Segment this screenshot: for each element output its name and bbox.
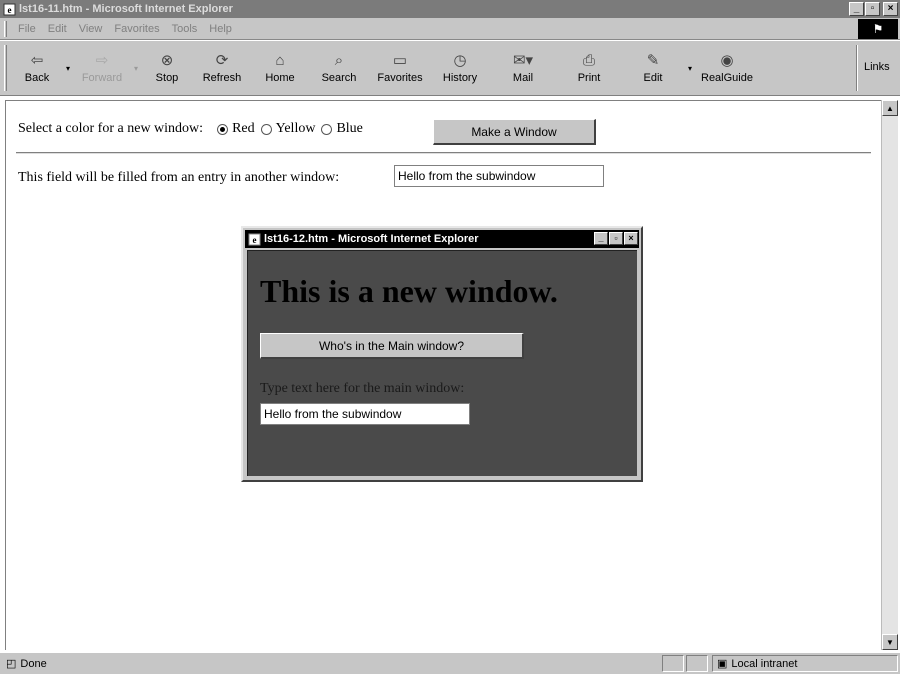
links-button[interactable]: Links <box>864 61 890 73</box>
vertical-scrollbar[interactable]: ▲ ▼ <box>881 100 898 650</box>
svg-text:e: e <box>8 5 12 15</box>
forward-button[interactable]: ⇨ Forward <box>74 45 130 91</box>
realguide-label: RealGuide <box>701 72 753 84</box>
radio-selected-dot <box>220 126 226 132</box>
realguide-button[interactable]: ◉ RealGuide <box>696 45 758 91</box>
zone-pane: ▣ Local intranet <box>712 655 898 672</box>
edit-icon: ✎ <box>646 52 660 69</box>
maximize-button[interactable]: ▫ <box>865 2 880 16</box>
windows-logo-icon: ⚑ <box>858 19 898 39</box>
favorites-button[interactable]: ▭ Favorites <box>370 45 430 91</box>
radio-red-label: Red <box>232 121 255 136</box>
status-pane-progress <box>662 655 684 672</box>
home-button[interactable]: ⌂ Home <box>252 45 308 91</box>
color-select-row: Select a color for a new window: Red Yel… <box>18 121 363 137</box>
back-dropdown-arrow[interactable]: ▾ <box>62 45 74 91</box>
mail-button[interactable]: ✉▾ Mail <box>490 45 556 91</box>
subwindow-title: lst16-12.htm - Microsoft Internet Explor… <box>264 233 479 245</box>
back-arrow-icon: ⇦ <box>30 52 44 69</box>
edit-button[interactable]: ✎ Edit <box>622 45 684 91</box>
links-separator <box>856 45 858 91</box>
standard-toolbar: ⇦ Back ▾ ⇨ Forward ▾ ⊗ Stop ⟳ Refresh ⌂ … <box>0 40 900 96</box>
subwindow-body: This is a new window. Who's in the Main … <box>247 250 637 476</box>
edit-label: Edit <box>643 72 663 84</box>
status-text: Done <box>20 657 47 670</box>
subwindow-maximize-button[interactable]: ▫ <box>609 232 623 245</box>
refresh-label: Refresh <box>202 72 242 84</box>
subwindow-heading: This is a new window. <box>260 273 558 309</box>
zone-text: Local intranet <box>731 657 798 670</box>
favorites-folder-icon: ▭ <box>392 52 408 69</box>
color-radio-group: Red Yellow Blue <box>211 121 363 137</box>
subwindow[interactable]: e lst16-12.htm - Microsoft Internet Expl… <box>241 226 643 482</box>
forward-label: Forward <box>81 72 123 84</box>
status-pane-secure <box>686 655 708 672</box>
menu-view[interactable]: View <box>73 23 109 35</box>
stop-button[interactable]: ⊗ Stop <box>142 45 192 91</box>
search-button[interactable]: ⌕ Search <box>308 45 370 91</box>
scroll-up-button[interactable]: ▲ <box>882 100 898 116</box>
horizontal-rule <box>16 152 871 154</box>
radio-blue-label: Blue <box>336 121 363 136</box>
back-label: Back <box>24 72 50 84</box>
subwindow-text-label: Type text here for the main window: <box>260 381 465 396</box>
back-button[interactable]: ⇦ Back <box>12 45 62 91</box>
mail-icon: ✉▾ <box>512 52 534 69</box>
subwindow-minimize-button[interactable]: _ <box>594 232 608 245</box>
make-window-button[interactable]: Make a Window <box>433 119 596 145</box>
refresh-button[interactable]: ⟳ Refresh <box>192 45 252 91</box>
history-button[interactable]: ◷ History <box>430 45 490 91</box>
field-label: This field will be filled from an entry … <box>18 170 340 185</box>
realguide-icon: ◉ <box>720 52 734 69</box>
search-icon: ⌕ <box>334 52 344 69</box>
menu-tools[interactable]: Tools <box>166 23 204 35</box>
status-bar: ◰ Done ▣ Local intranet <box>0 652 900 674</box>
favorites-label: Favorites <box>377 72 423 84</box>
close-button[interactable]: × <box>883 2 898 16</box>
window-title: lst16-11.htm - Microsoft Internet Explor… <box>19 3 233 15</box>
menu-favorites[interactable]: Favorites <box>108 23 165 35</box>
search-label: Search <box>321 72 357 84</box>
radio-red[interactable] <box>217 123 229 135</box>
menu-file[interactable]: File <box>12 23 42 35</box>
refresh-icon: ⟳ <box>215 52 229 69</box>
minimize-button[interactable]: _ <box>849 2 864 16</box>
menu-edit[interactable]: Edit <box>42 23 73 35</box>
home-icon: ⌂ <box>275 52 285 69</box>
radio-blue[interactable] <box>321 123 333 135</box>
window-titlebar[interactable]: e lst16-11.htm - Microsoft Internet Expl… <box>0 0 900 18</box>
subwindow-text-field[interactable]: Hello from the subwindow <box>260 403 470 425</box>
print-label: Print <box>577 72 601 84</box>
color-prompt: Select a color for a new window: <box>18 121 204 136</box>
printer-icon: ⎙ <box>582 52 595 69</box>
who-in-main-window-button[interactable]: Who's in the Main window? <box>260 333 524 359</box>
svg-text:e: e <box>253 235 257 245</box>
menu-grip[interactable] <box>4 20 7 37</box>
intranet-icon: ▣ <box>717 658 728 670</box>
radio-yellow-label: Yellow <box>275 121 316 136</box>
history-label: History <box>442 72 478 84</box>
forward-dropdown-arrow[interactable]: ▾ <box>130 45 142 91</box>
subwindow-titlebar[interactable]: e lst16-12.htm - Microsoft Internet Expl… <box>245 230 639 248</box>
page-done-icon: ◰ <box>6 658 17 670</box>
ie-page-icon: e <box>248 233 261 246</box>
stop-icon: ⊗ <box>160 52 174 69</box>
home-label: Home <box>265 72 295 84</box>
history-icon: ◷ <box>453 52 467 69</box>
forward-arrow-icon: ⇨ <box>95 52 109 69</box>
edit-dropdown-arrow[interactable]: ▾ <box>684 45 696 91</box>
scroll-down-button[interactable]: ▼ <box>882 634 898 650</box>
mail-label: Mail <box>512 72 534 84</box>
stop-label: Stop <box>155 72 179 84</box>
print-button[interactable]: ⎙ Print <box>556 45 622 91</box>
menu-bar: File Edit View Favorites Tools Help ⚑ <box>0 18 900 40</box>
subwindow-close-button[interactable]: × <box>624 232 638 245</box>
toolbar-grip[interactable] <box>4 45 7 91</box>
ie-page-icon: e <box>3 3 16 16</box>
status-text-pane: ◰ Done <box>2 655 658 672</box>
menu-help[interactable]: Help <box>203 23 238 35</box>
radio-yellow[interactable] <box>260 123 272 135</box>
main-text-field[interactable]: Hello from the subwindow <box>394 165 604 187</box>
